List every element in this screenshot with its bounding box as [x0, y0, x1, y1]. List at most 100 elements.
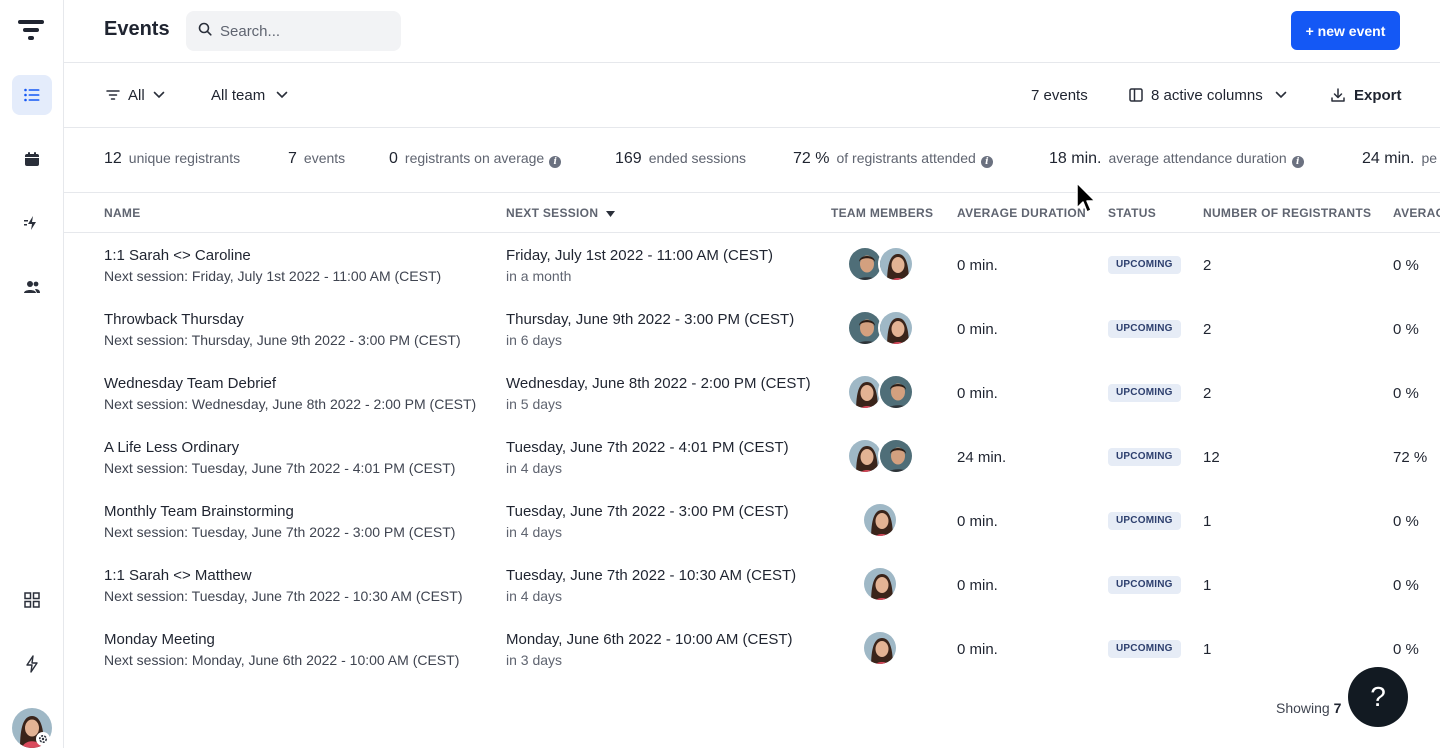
search-icon — [198, 22, 212, 41]
column-header-label: NEXT SESSION — [506, 206, 599, 220]
column-header-registrants[interactable]: NUMBER OF REGISTRANTS — [1203, 206, 1371, 220]
column-header-name[interactable]: NAME — [104, 206, 141, 220]
event-next-session-summary: Next session: Wednesday, June 8th 2022 -… — [104, 396, 477, 412]
info-icon[interactable]: i — [980, 156, 993, 168]
columns-dropdown[interactable]: 8 active columns — [1129, 63, 1287, 127]
team-member-avatar[interactable] — [862, 566, 898, 602]
people-icon — [23, 280, 41, 294]
registrants-value: 2 — [1203, 385, 1212, 402]
stat-registrants-average: 0 registrants on average i — [389, 150, 562, 168]
stat-ended-sessions: 169 ended sessions — [615, 150, 746, 168]
table-row[interactable]: A Life Less Ordinary Next session: Tuesda… — [64, 425, 1440, 489]
next-session-datetime: Monday, June 6th 2022 - 10:00 AM (CEST) — [506, 631, 793, 648]
type-filter-dropdown[interactable]: All — [106, 63, 165, 127]
next-session-datetime: Friday, July 1st 2022 - 11:00 AM (CEST) — [506, 247, 774, 264]
status-badge: UPCOMING — [1108, 576, 1181, 594]
status-badge: UPCOMING — [1108, 448, 1181, 466]
next-session-relative: in 4 days — [506, 588, 563, 604]
chevron-down-icon — [276, 91, 288, 99]
sidebar-item-events[interactable] — [12, 75, 52, 115]
average-duration-value: 0 min. — [957, 321, 998, 338]
event-name[interactable]: Monday Meeting — [104, 631, 215, 648]
logo-icon[interactable] — [18, 18, 46, 49]
stat-value: 72 % — [793, 150, 830, 167]
export-button[interactable]: Export — [1330, 63, 1402, 127]
sort-desc-icon — [605, 206, 615, 220]
stat-unique-registrants: 12 unique registrants — [104, 150, 240, 168]
events-count: 7 events — [1031, 86, 1088, 104]
stat-value: 24 min. — [1362, 150, 1415, 167]
next-session-relative: in 6 days — [506, 332, 563, 348]
sidebar-item-people[interactable] — [12, 267, 52, 307]
average-value: 0 % — [1393, 641, 1419, 658]
stat-value: 7 — [288, 150, 297, 167]
next-session-relative: in 4 days — [506, 460, 563, 476]
type-filter-label: All — [128, 86, 145, 104]
team-filter-dropdown[interactable]: All team — [211, 63, 288, 127]
search-box[interactable] — [186, 11, 401, 51]
columns-label: 8 active columns — [1151, 86, 1263, 104]
sidebar-item-integrations[interactable] — [12, 580, 52, 620]
download-icon — [1330, 87, 1346, 103]
table-row[interactable]: Monday Meeting Next session: Monday, June… — [64, 617, 1440, 681]
stat-value: 18 min. — [1049, 150, 1102, 167]
event-name[interactable]: Wednesday Team Debrief — [104, 375, 276, 392]
sidebar-item-calendar[interactable] — [12, 139, 52, 179]
top-bar: Events + new event — [64, 0, 1440, 63]
team-member-avatar[interactable] — [878, 310, 914, 346]
table-row[interactable]: Throwback Thursday Next session: Thursday… — [64, 297, 1440, 361]
column-header-status[interactable]: STATUS — [1108, 206, 1156, 220]
event-name[interactable]: 1:1 Sarah <> Matthew — [104, 567, 252, 584]
stat-label: average attendance duration — [1108, 150, 1287, 166]
gear-icon[interactable] — [36, 732, 50, 746]
status-badge: UPCOMING — [1108, 512, 1181, 530]
next-session-datetime: Tuesday, June 7th 2022 - 3:00 PM (CEST) — [506, 503, 789, 520]
event-next-session-summary: Next session: Tuesday, June 7th 2022 - 4… — [104, 460, 456, 476]
search-input[interactable] — [220, 22, 390, 40]
table-row[interactable]: 1:1 Sarah <> Matthew Next session: Tuesda… — [64, 553, 1440, 617]
stat-label: unique registrants — [128, 150, 241, 166]
team-filter-label: All team — [211, 86, 266, 104]
sidebar-item-whats-new[interactable] — [12, 644, 52, 684]
column-header-next-session[interactable]: NEXT SESSION — [506, 206, 615, 220]
stat-events: 7 events — [288, 150, 345, 168]
workflow-icon — [24, 216, 40, 230]
table-row[interactable]: Monthly Team Brainstorming Next session: … — [64, 489, 1440, 553]
next-session-relative: in 3 days — [506, 652, 563, 668]
event-name[interactable]: 1:1 Sarah <> Caroline — [104, 247, 251, 264]
status-badge: UPCOMING — [1108, 384, 1181, 402]
stat-label: pe — [1421, 150, 1438, 166]
team-member-avatar[interactable] — [878, 374, 914, 410]
new-event-button[interactable]: + new event — [1291, 11, 1400, 50]
column-header-average-duration[interactable]: AVERAGE DURATION — [957, 206, 1086, 220]
column-header-team-members[interactable]: TEAM MEMBERS — [831, 206, 933, 220]
registrants-value: 2 — [1203, 257, 1212, 274]
info-icon[interactable]: i — [1291, 156, 1304, 168]
team-member-avatar[interactable] — [862, 630, 898, 666]
event-name[interactable]: Monthly Team Brainstorming — [104, 503, 294, 520]
event-name[interactable]: Throwback Thursday — [104, 311, 244, 328]
team-member-avatar[interactable] — [878, 438, 914, 474]
list-icon — [24, 88, 40, 102]
team-member-avatar[interactable] — [862, 502, 898, 538]
column-header-average[interactable]: AVERAG — [1393, 206, 1440, 220]
average-value: 0 % — [1393, 321, 1419, 338]
sidebar-item-workflows[interactable] — [12, 203, 52, 243]
average-value: 0 % — [1393, 257, 1419, 274]
next-session-datetime: Tuesday, June 7th 2022 - 10:30 AM (CEST) — [506, 567, 797, 584]
info-icon[interactable]: i — [549, 156, 562, 168]
average-duration-value: 0 min. — [957, 577, 998, 594]
event-next-session-summary: Next session: Tuesday, June 7th 2022 - 1… — [104, 588, 463, 604]
stat-label: events — [303, 150, 346, 166]
stat-attended: 72 % of registrants attended i — [793, 150, 993, 168]
next-session-relative: in 5 days — [506, 396, 563, 412]
help-button[interactable]: ? — [1348, 667, 1408, 727]
event-next-session-summary: Next session: Thursday, June 9th 2022 - … — [104, 332, 461, 348]
event-name[interactable]: A Life Less Ordinary — [104, 439, 239, 456]
table-row[interactable]: Wednesday Team Debrief Next session: Wedn… — [64, 361, 1440, 425]
table-row[interactable]: 1:1 Sarah <> Caroline Next session: Frida… — [64, 233, 1440, 297]
status-badge: UPCOMING — [1108, 320, 1181, 338]
average-duration-value: 24 min. — [957, 449, 1007, 466]
team-member-avatar[interactable] — [878, 246, 914, 282]
average-value: 0 % — [1393, 577, 1419, 594]
